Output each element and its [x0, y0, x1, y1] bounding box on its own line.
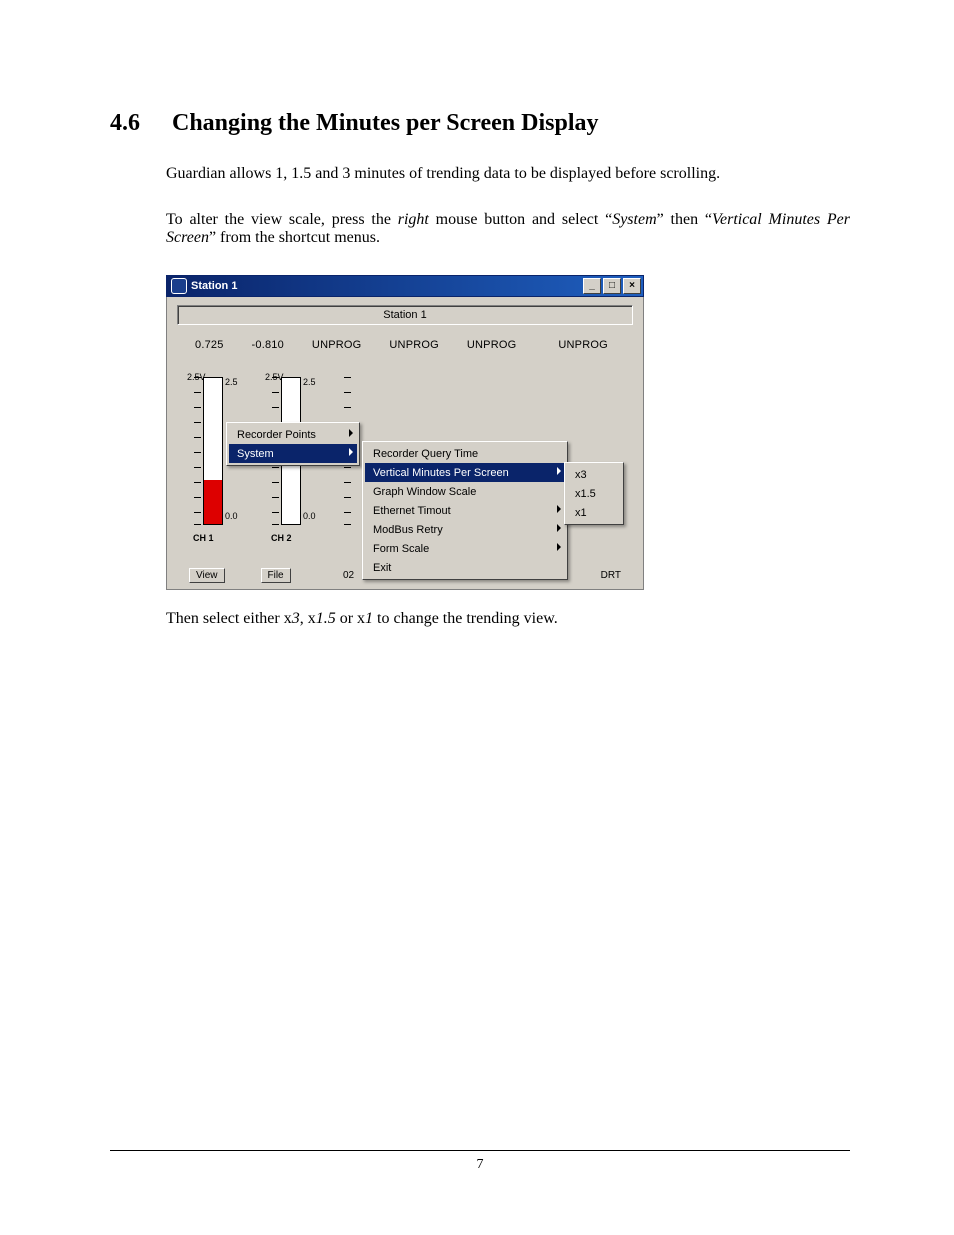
menu-item-exit[interactable]: Exit — [365, 558, 565, 577]
menu-item-modbus-retry[interactable]: ModBus Retry — [365, 520, 565, 539]
window-title: Station 1 — [191, 280, 581, 292]
reading: -0.810 — [252, 339, 284, 351]
chevron-right-icon — [557, 505, 561, 513]
file-button[interactable]: File — [261, 568, 291, 583]
chevron-right-icon — [557, 467, 561, 475]
gauge-ch1: 2.5V 2.5 0.0 CH 1 — [187, 371, 245, 383]
submenu-system[interactable]: Recorder Query Time Vertical Minutes Per… — [362, 441, 568, 580]
gauge-ch2: 2.5V 2.5 0.0 CH 2 — [265, 371, 323, 383]
bottom-buttons: View File — [189, 568, 291, 583]
chevron-right-icon — [349, 429, 353, 437]
menu-item-form-scale[interactable]: Form Scale — [365, 539, 565, 558]
menu-item-graph-window-scale[interactable]: Graph Window Scale — [365, 482, 565, 501]
menu-item-ethernet-timeout[interactable]: Ethernet Timout — [365, 501, 565, 520]
readings-row: 0.725 -0.810 UNPROG UNPROG UNPROG UNPROG — [177, 339, 633, 351]
chevron-right-icon — [557, 524, 561, 532]
app-window: Station 1 _ □ × Station 1 0.725 -0.810 U… — [166, 275, 644, 590]
reading: UNPROG — [558, 339, 607, 351]
status-right: DRT — [601, 570, 621, 581]
menu-item-recorder-query-time[interactable]: Recorder Query Time — [365, 444, 565, 463]
page-number: 7 — [477, 1157, 484, 1172]
context-menu[interactable]: Recorder Points System — [226, 422, 360, 466]
minimize-button[interactable]: _ — [583, 278, 601, 294]
client-area: Station 1 0.725 -0.810 UNPROG UNPROG UNP… — [166, 297, 644, 590]
reading: UNPROG — [312, 339, 361, 351]
gauge-fill — [204, 480, 222, 524]
menu-item-x3[interactable]: x3 — [567, 465, 621, 484]
section-title: Changing the Minutes per Screen Display — [172, 110, 598, 136]
submenu-minutes[interactable]: x3 x1.5 x1 — [564, 462, 624, 525]
menu-item-x1[interactable]: x1 — [567, 503, 621, 522]
section-heading: 4.6 Changing the Minutes per Screen Disp… — [110, 110, 850, 137]
page-footer: 7 — [110, 1150, 850, 1173]
gauge-bar — [203, 377, 223, 525]
menu-item-system[interactable]: System — [229, 444, 357, 463]
reading: UNPROG — [467, 339, 516, 351]
status-mid: 02 — [343, 570, 354, 581]
paragraph-1: Guardian allows 1, 1.5 and 3 minutes of … — [166, 165, 850, 183]
reading: UNPROG — [389, 339, 438, 351]
section-number: 4.6 — [110, 110, 166, 137]
app-icon — [171, 278, 187, 294]
maximize-button[interactable]: □ — [603, 278, 621, 294]
chevron-right-icon — [349, 448, 353, 456]
paragraph-2: To alter the view scale, press the right… — [166, 211, 850, 247]
paragraph-3: Then select either x3, x1.5 or x1 to cha… — [166, 610, 850, 628]
panel-title: Station 1 — [177, 305, 633, 325]
view-button[interactable]: View — [189, 568, 225, 583]
menu-item-x1-5[interactable]: x1.5 — [567, 484, 621, 503]
chevron-right-icon — [557, 543, 561, 551]
menu-item-recorder-points[interactable]: Recorder Points — [229, 425, 357, 444]
title-bar[interactable]: Station 1 _ □ × — [166, 275, 644, 297]
menu-item-vertical-minutes-per-screen[interactable]: Vertical Minutes Per Screen — [365, 463, 565, 482]
close-button[interactable]: × — [623, 278, 641, 294]
reading: 0.725 — [195, 339, 224, 351]
